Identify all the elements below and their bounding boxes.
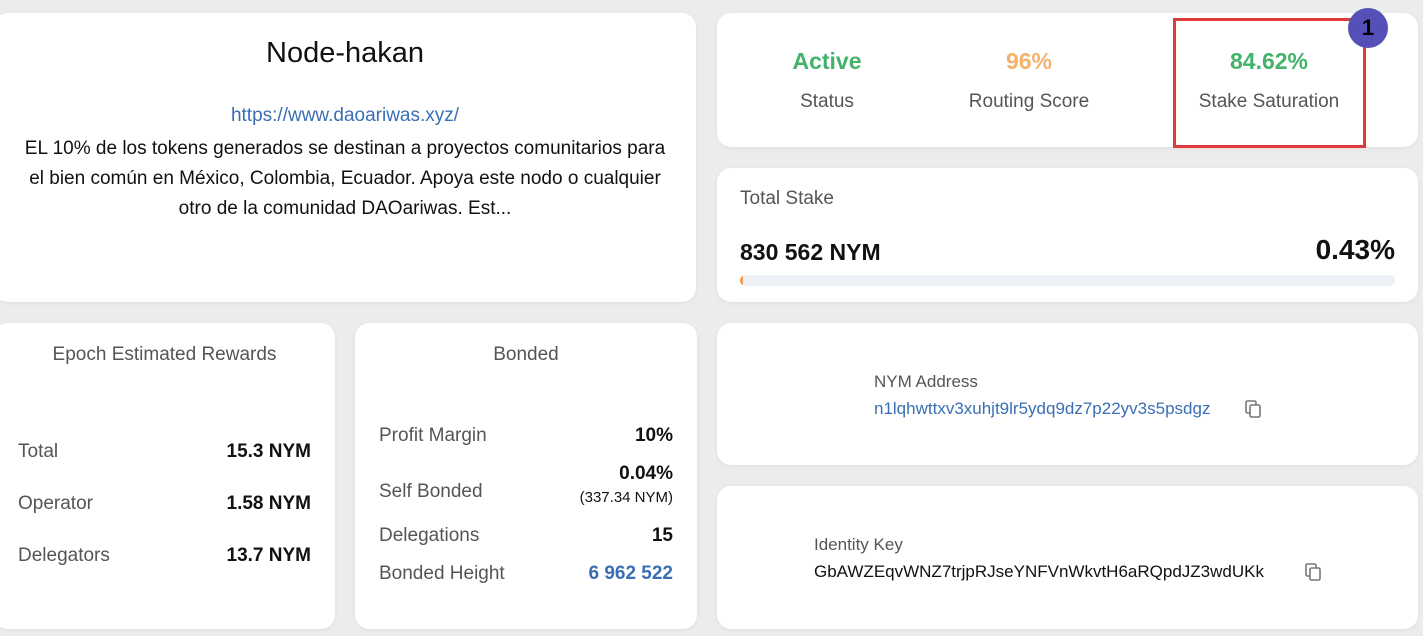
identity-key-card: Identity Key GbAWZEqvWNZ7trjpRJseYNFVnWk…	[717, 486, 1418, 629]
epoch-rewards-card: Epoch Estimated Rewards Total 15.3 NYM O…	[0, 323, 335, 629]
bonded-height-label: Bonded Height	[379, 563, 505, 584]
profit-margin-row: Profit Margin 10%	[379, 425, 673, 447]
profit-margin-value: 10%	[634, 425, 673, 446]
rewards-delegators-value: 13.7 NYM	[226, 545, 311, 566]
total-stake-card: Total Stake 830 562 NYM 0.43%	[717, 168, 1418, 302]
rewards-operator-label: Operator	[18, 493, 93, 514]
identity-key-value: GbAWZEqvWNZ7trjpRJseYNFVnWkvtH6aRQpdJZ3w…	[814, 562, 1264, 581]
rewards-row-delegators: Delegators 13.7 NYM	[18, 545, 311, 567]
highlight-box	[1173, 18, 1366, 148]
status-label: Status	[800, 91, 854, 112]
rewards-total-label: Total	[18, 441, 59, 462]
node-website-link[interactable]: https://www.daoariwas.xyz/	[0, 105, 696, 127]
rewards-heading: Epoch Estimated Rewards	[52, 344, 277, 365]
identity-key-label: Identity Key	[814, 535, 903, 554]
node-description: EL 10% de los tokens generados se destin…	[24, 138, 666, 219]
rewards-row-total: Total 15.3 NYM	[18, 441, 311, 463]
self-bonded-label: Self Bonded	[379, 480, 483, 502]
status-stat: Active Status	[777, 48, 877, 113]
delegations-label: Delegations	[379, 525, 480, 546]
status-value: Active	[792, 48, 862, 74]
rewards-row-operator: Operator 1.58 NYM	[18, 493, 311, 515]
self-bonded-sub: (337.34 NYM)	[579, 489, 673, 506]
nym-address-label: NYM Address	[874, 372, 978, 391]
bonded-height-row: Bonded Height 6 962 522	[379, 563, 673, 585]
bonded-card: Bonded Profit Margin 10% Self Bonded 0.0…	[355, 323, 697, 629]
self-bonded-values: 0.04% (337.34 NYM)	[580, 463, 673, 506]
node-stats-card: Active Status 96% Routing Score 84.62% S…	[717, 13, 1418, 148]
rewards-delegators-label: Delegators	[18, 545, 110, 566]
total-stake-percent: 0.43%	[1315, 234, 1395, 265]
delegations-row: Delegations 15	[379, 525, 673, 547]
profit-margin-label: Profit Margin	[379, 425, 487, 446]
bonded-heading: Bonded	[493, 344, 559, 365]
total-stake-amount: 830 562 NYM	[740, 239, 881, 265]
self-bonded-row: Self Bonded 0.04% (337.34 NYM)	[379, 463, 673, 506]
routing-score-label: Routing Score	[968, 91, 1090, 112]
bonded-height-link[interactable]: 6 962 522	[588, 563, 673, 585]
rewards-total-value: 15.3 NYM	[226, 441, 311, 462]
delegations-value: 15	[651, 525, 673, 546]
nym-address-card: NYM Address n1lqhwttxv3xuhjt9lr5ydq9dz7p…	[717, 323, 1418, 465]
stake-progress-fill	[740, 275, 743, 286]
node-title: Node-hakan	[266, 37, 424, 69]
annotation-badge: 1	[1348, 8, 1388, 48]
copy-icon[interactable]	[1303, 562, 1323, 582]
routing-score-value: 96%	[1005, 48, 1053, 74]
self-bonded-value: 0.04%	[619, 463, 673, 484]
stake-progress-bar	[740, 275, 1395, 286]
rewards-operator-value: 1.58 NYM	[226, 493, 311, 514]
node-info-card: Node-hakan https://www.daoariwas.xyz/ EL…	[0, 13, 696, 302]
routing-score-stat: 96% Routing Score	[949, 48, 1109, 113]
copy-icon[interactable]	[1243, 399, 1263, 419]
total-stake-label: Total Stake	[740, 188, 834, 209]
nym-address-link[interactable]: n1lqhwttxv3xuhjt9lr5ydq9dz7p22yv3s5psdgz	[874, 399, 1210, 419]
